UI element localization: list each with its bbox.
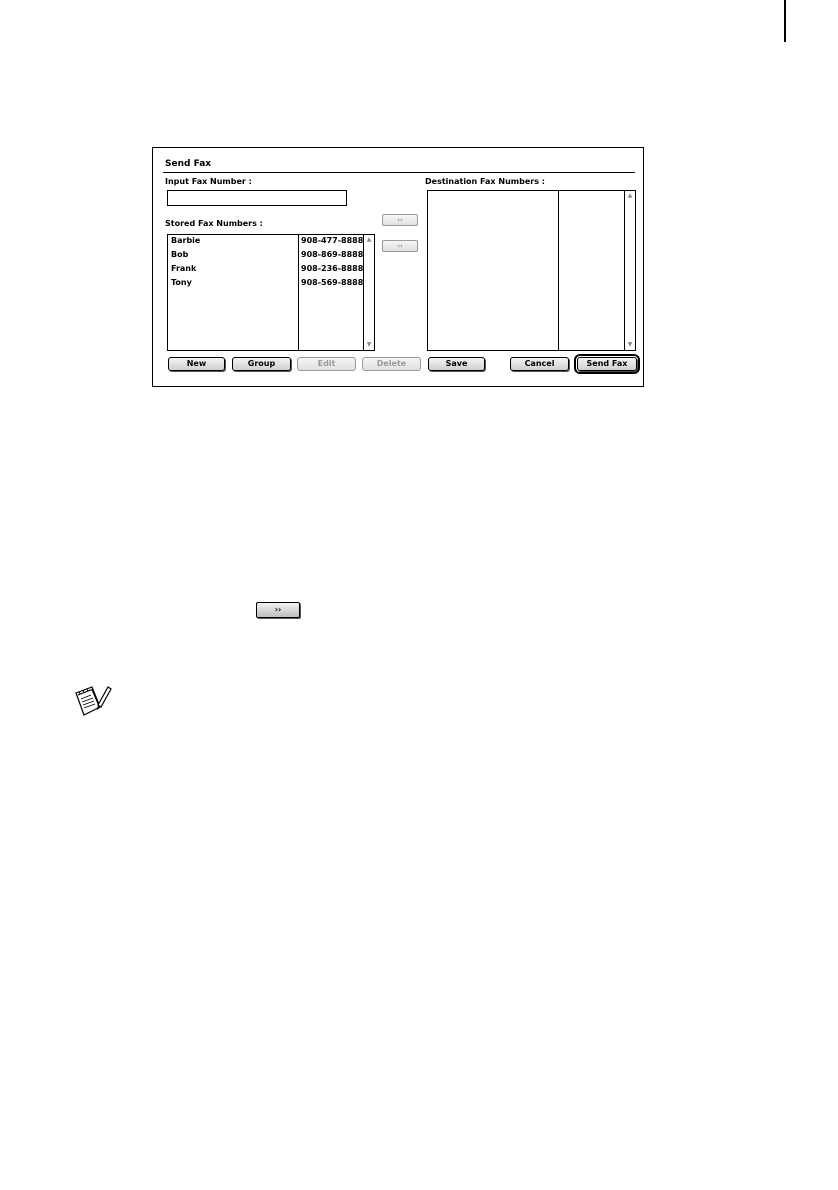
entry-name: Bob (171, 250, 189, 259)
column-divider (558, 191, 559, 350)
entry-name: Tony (171, 278, 192, 287)
entry-number: 908-477-8888 (301, 236, 364, 245)
destination-fax-label: Destination Fax Numbers : (425, 177, 545, 186)
stored-fax-label: Stored Fax Numbers : (165, 219, 263, 228)
scroll-up-arrow-icon[interactable]: ▲ (365, 236, 373, 244)
scroll-down-arrow-icon[interactable]: ▼ (626, 341, 634, 349)
group-button[interactable]: Group (232, 357, 291, 371)
column-divider (298, 235, 299, 350)
entry-name: Barbie (171, 236, 201, 245)
new-button[interactable]: New (168, 357, 225, 371)
add-to-destination-button[interactable]: ›› (382, 214, 418, 226)
page-edge-rule (784, 0, 786, 42)
send-fax-dialog: Send Fax Input Fax Number : Stored Fax N… (152, 147, 644, 387)
note-pad-icon (75, 686, 112, 716)
entry-number: 908-869-8888 (301, 250, 364, 259)
scroll-up-arrow-icon[interactable]: ▲ (626, 192, 634, 200)
stored-list-scrollbar[interactable]: ▲ ▼ (363, 235, 374, 350)
entry-number: 908-569-8888 (301, 278, 364, 287)
dialog-title: Send Fax (165, 159, 212, 169)
save-button[interactable]: Save (428, 357, 485, 371)
send-fax-button[interactable]: Send Fax (574, 354, 640, 374)
cancel-button[interactable]: Cancel (510, 357, 569, 371)
input-fax-label: Input Fax Number : (165, 177, 252, 186)
delete-button[interactable]: Delete (362, 357, 421, 371)
entry-number: 908-236-8888 (301, 264, 364, 273)
stored-fax-list[interactable]: Barbie 908-477-8888 Bob 908-869-8888 Fra… (167, 234, 375, 351)
entry-name: Frank (171, 264, 197, 273)
scroll-down-arrow-icon[interactable]: ▼ (365, 341, 373, 349)
destination-fax-list[interactable]: ▲ ▼ (427, 190, 636, 351)
edit-button[interactable]: Edit (297, 357, 356, 371)
destination-list-scrollbar[interactable]: ▲ ▼ (624, 191, 635, 350)
remove-from-destination-button[interactable]: ‹‹ (382, 240, 418, 252)
title-separator (163, 172, 635, 173)
input-fax-number-field[interactable] (167, 190, 347, 206)
add-arrow-button-illustration[interactable]: ›› (256, 602, 300, 618)
